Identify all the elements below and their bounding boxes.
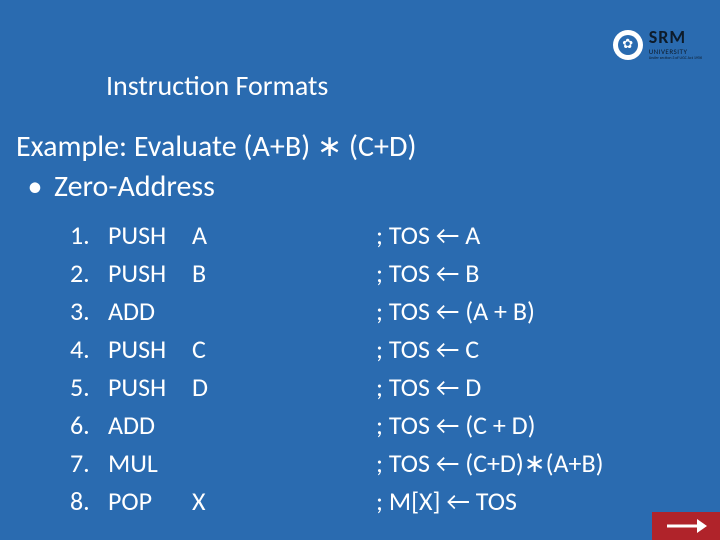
instr-arg: B	[192, 254, 238, 292]
example-line: Example: Evaluate (A+B) ∗ (C+D)	[16, 128, 417, 165]
bullet-zero-address: •Zero-Address	[16, 168, 215, 205]
instr-op: PUSH	[108, 254, 192, 292]
instr-comment: ; TOS ← C	[238, 330, 696, 368]
instr-comment: ; TOS ← (C + D)	[238, 406, 696, 444]
instr-op: PUSH	[108, 368, 192, 406]
flower-icon: ✿	[622, 38, 633, 51]
instr-comment: ; TOS ← (A + B)	[238, 292, 696, 330]
instr-op: MUL	[108, 444, 192, 482]
instr-comment: ; TOS ← (C+D)∗(A+B)	[238, 444, 696, 482]
list-item: 4. PUSH C ; TOS ← C	[70, 330, 696, 368]
instr-arg: X	[192, 482, 238, 520]
logo-tagline: Under section 3 of UGC Act 1956	[649, 57, 702, 61]
logo-text-university: UNIVERSITY	[649, 48, 702, 55]
instr-comment: ; TOS ← A	[238, 216, 696, 254]
instr-number: 5.	[70, 368, 108, 406]
list-item: 2. PUSH B ; TOS ← B	[70, 254, 696, 292]
list-item: 7. MUL ; TOS ← (C+D)∗(A+B)	[70, 444, 696, 482]
instr-comment: ; M[X] ← TOS	[238, 482, 696, 520]
instr-number: 3.	[70, 292, 108, 330]
bullet-dot: •	[16, 168, 54, 205]
instr-number: 8.	[70, 482, 108, 520]
instr-arg	[192, 292, 238, 330]
arrow-right-icon	[665, 517, 707, 535]
instr-arg	[192, 444, 238, 482]
srm-logo: ✿ SRM UNIVERSITY Under section 3 of UGC …	[613, 28, 702, 61]
instr-op: PUSH	[108, 330, 192, 368]
instr-op: PUSH	[108, 216, 192, 254]
instr-arg: A	[192, 216, 238, 254]
instr-number: 1.	[70, 216, 108, 254]
instr-number: 4.	[70, 330, 108, 368]
list-item: 3. ADD ; TOS ← (A + B)	[70, 292, 696, 330]
list-item: 5. PUSH D ; TOS ← D	[70, 368, 696, 406]
instr-arg	[192, 406, 238, 444]
instr-op: POP	[108, 482, 192, 520]
list-item: 8. POP X ; M[X] ← TOS	[70, 482, 696, 520]
instr-number: 7.	[70, 444, 108, 482]
logo-text-srm: SRM	[649, 28, 702, 46]
instr-comment: ; TOS ← D	[238, 368, 696, 406]
logo-emblem: ✿	[613, 30, 643, 60]
bullet-label: Zero-Address	[54, 168, 215, 205]
instr-comment: ; TOS ← B	[238, 254, 696, 292]
list-item: 6. ADD ; TOS ← (C + D)	[70, 406, 696, 444]
instr-op: ADD	[108, 406, 192, 444]
next-slide-button[interactable]	[652, 512, 720, 540]
slide-title: Instruction Formats	[106, 68, 328, 103]
instr-op: ADD	[108, 292, 192, 330]
instr-number: 6.	[70, 406, 108, 444]
instr-arg: D	[192, 368, 238, 406]
instr-arg: C	[192, 330, 238, 368]
list-item: 1. PUSH A ; TOS ← A	[70, 216, 696, 254]
instr-number: 2.	[70, 254, 108, 292]
instruction-list: 1. PUSH A ; TOS ← A 2. PUSH B ; TOS ← B …	[70, 216, 696, 520]
